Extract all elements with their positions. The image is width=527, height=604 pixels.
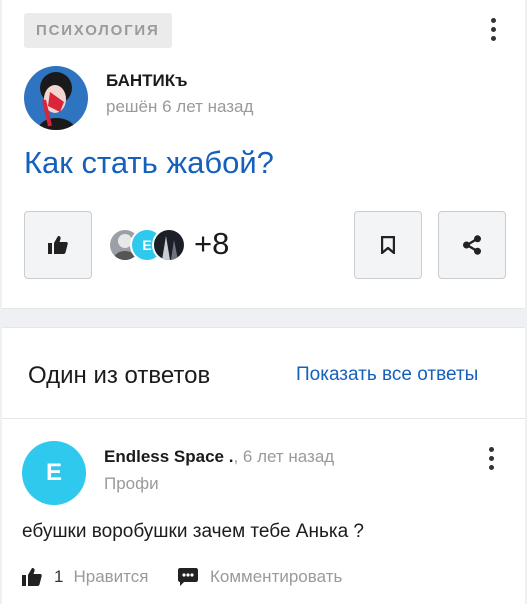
answer-time: , 6 лет назад	[233, 447, 335, 466]
category-tag[interactable]: ПСИХОЛОГИЯ	[24, 13, 172, 48]
answers-section-title: Один из ответов	[28, 362, 211, 389]
answer-more-icon[interactable]	[479, 443, 503, 473]
question-more-icon[interactable]	[481, 14, 505, 44]
answer-text: ебушки воробушки зачем тебе Анька ?	[22, 521, 364, 542]
thumbs-up-icon	[22, 568, 42, 586]
answer-author-line: Endless Space ., 6 лет назад	[104, 447, 334, 467]
share-icon	[463, 235, 481, 255]
answer-like-count: 1	[54, 567, 64, 586]
answer-like-button[interactable]: 1 Нравится	[22, 567, 148, 587]
divider	[2, 418, 525, 419]
likers-more-count[interactable]: +8	[194, 226, 229, 262]
author-avatar[interactable]	[24, 66, 88, 130]
bookmark-button[interactable]	[354, 211, 422, 279]
likers-avatars[interactable]: E	[108, 228, 188, 262]
answer-comment-label: Комментировать	[210, 567, 343, 586]
answer-author-role: Профи	[104, 474, 159, 493]
author-name[interactable]: БАНТИКъ	[106, 71, 188, 91]
question-card: ПСИХОЛОГИЯ БАНТИКъ решён 6 лет назад Как…	[2, 0, 525, 309]
question-time: решён 6 лет назад	[106, 97, 254, 116]
liker-avatar	[152, 228, 186, 262]
like-button[interactable]	[24, 211, 92, 279]
share-button[interactable]	[438, 211, 506, 279]
thumbs-up-icon	[48, 236, 68, 254]
answer-author-name[interactable]: Endless Space .	[104, 447, 233, 466]
question-title[interactable]: Как стать жабой?	[24, 145, 274, 181]
bookmark-icon	[381, 236, 395, 254]
comment-icon	[178, 568, 198, 586]
answer-comment-button[interactable]: Комментировать	[178, 567, 342, 587]
show-all-answers-link[interactable]: Показать все ответы	[296, 364, 478, 386]
answer-like-label: Нравится	[73, 567, 149, 586]
answer-author-avatar[interactable]: E	[22, 441, 86, 505]
